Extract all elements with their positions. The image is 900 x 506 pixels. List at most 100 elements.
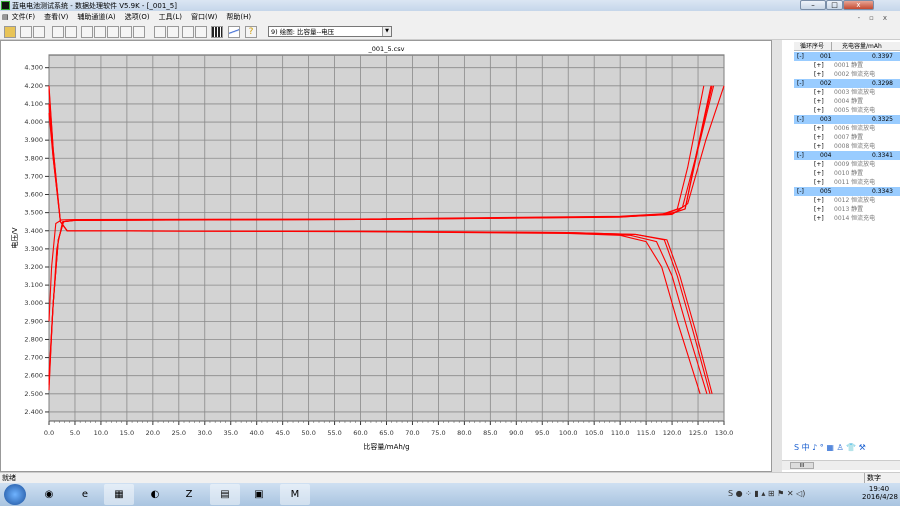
- copy-icon[interactable]: [154, 26, 166, 38]
- minimize-button[interactable]: –: [800, 0, 826, 10]
- battery-tester-icon[interactable]: ▤: [210, 484, 240, 505]
- close-button[interactable]: x: [843, 0, 874, 10]
- cycle-row[interactable]: [-] 005 0.3343: [794, 187, 900, 196]
- start-button[interactable]: [4, 484, 26, 505]
- expand-toggle[interactable]: [+]: [814, 196, 824, 205]
- expand-toggle[interactable]: [+]: [814, 142, 824, 151]
- child-restore-button[interactable]: ▫: [869, 12, 874, 24]
- chart-app-icon[interactable]: ◐: [140, 484, 170, 505]
- expand-toggle[interactable]: [+]: [814, 169, 824, 178]
- panel-header: 循环序号 充电容量/mAh: [794, 42, 900, 51]
- plot-type-select[interactable]: 9) 绘图: 比容量--电压 ▼: [268, 26, 392, 37]
- child-minimize-button[interactable]: -: [858, 12, 861, 24]
- curve-icon[interactable]: [228, 26, 240, 38]
- step-row[interactable]: [+] 0004 静置: [794, 97, 900, 106]
- grid-icon[interactable]: [211, 26, 223, 38]
- expand-toggle[interactable]: [+]: [814, 61, 824, 70]
- x-tick-label: 75.0: [431, 429, 445, 437]
- horizontal-scrollbar[interactable]: III: [782, 460, 900, 470]
- x-tick-label: 25.0: [172, 429, 186, 437]
- scrollbar-thumb[interactable]: III: [790, 462, 814, 469]
- collapse-toggle[interactable]: [-]: [797, 187, 804, 196]
- paste2-icon[interactable]: [195, 26, 207, 38]
- fit-all-icon[interactable]: [133, 26, 145, 38]
- ime-toolbar[interactable]: S 中 ♪ ° ▦ ♙ 👕 ⚒: [794, 442, 866, 453]
- land-data-icon[interactable]: M: [280, 484, 310, 505]
- expand-toggle[interactable]: [+]: [814, 97, 824, 106]
- back-icon[interactable]: [20, 26, 32, 38]
- hand-icon[interactable]: [65, 26, 77, 38]
- ie-icon[interactable]: e: [70, 484, 100, 505]
- step-row[interactable]: [+] 0002 恒流充电: [794, 70, 900, 79]
- zoom-icon[interactable]: [52, 26, 64, 38]
- chevron-down-icon[interactable]: ▼: [382, 27, 391, 36]
- step-row[interactable]: [+] 0005 恒流充电: [794, 106, 900, 115]
- x-tick-label: 5.0: [70, 429, 80, 437]
- step-row[interactable]: [+] 0012 恒流放电: [794, 196, 900, 205]
- expand-toggle[interactable]: [+]: [814, 106, 824, 115]
- cycle-row[interactable]: [-] 003 0.3325: [794, 115, 900, 124]
- menu-item[interactable]: 工具(L): [159, 11, 182, 23]
- y-tick-label: 2.400: [24, 408, 43, 416]
- help-icon[interactable]: ?: [245, 26, 257, 38]
- child-close-button[interactable]: x: [883, 12, 887, 24]
- cycle-row[interactable]: [-] 001 0.3397: [794, 52, 900, 61]
- collapse-toggle[interactable]: [-]: [797, 115, 804, 124]
- step-row[interactable]: [+] 0009 恒流放电: [794, 160, 900, 169]
- collapse-toggle[interactable]: [-]: [797, 151, 804, 160]
- expand-toggle[interactable]: [+]: [814, 133, 824, 142]
- menu-item[interactable]: 辅助通道(A): [77, 11, 115, 23]
- charge-capacity: 0.3343: [872, 188, 893, 195]
- monitor-icon[interactable]: ▣: [244, 484, 274, 505]
- step-row[interactable]: [+] 0003 恒流放电: [794, 88, 900, 97]
- maximize-button[interactable]: □: [826, 0, 843, 10]
- x-tick-label: 80.0: [457, 429, 471, 437]
- fit-width-icon[interactable]: [107, 26, 119, 38]
- clock[interactable]: 19:40 2016/4/28: [862, 485, 898, 501]
- header-charge-capacity[interactable]: 充电容量/mAh: [842, 42, 882, 51]
- forward-icon[interactable]: [33, 26, 45, 38]
- menu-item[interactable]: 选项(O): [125, 11, 150, 23]
- y-tick-label: 3.400: [24, 227, 43, 235]
- step-row[interactable]: [+] 0014 恒流充电: [794, 214, 900, 223]
- zip-icon[interactable]: Z: [174, 484, 204, 505]
- fit-height-icon[interactable]: [120, 26, 132, 38]
- expand-toggle[interactable]: [+]: [814, 124, 824, 133]
- step-row[interactable]: [+] 0007 静置: [794, 133, 900, 142]
- charge-capacity: 0.3325: [872, 116, 893, 123]
- expand-toggle[interactable]: [+]: [814, 205, 824, 214]
- step-row[interactable]: [+] 0008 恒流充电: [794, 142, 900, 151]
- collapse-toggle[interactable]: [-]: [797, 79, 804, 88]
- menu-item[interactable]: 文件(F): [12, 11, 36, 23]
- cycle-row[interactable]: [-] 002 0.3298: [794, 79, 900, 88]
- media-icon[interactable]: ◉: [34, 484, 64, 505]
- step-row[interactable]: [+] 0011 恒流充电: [794, 178, 900, 187]
- copy2-icon[interactable]: [182, 26, 194, 38]
- y-axis-label: 电压/V: [10, 227, 19, 248]
- collapse-toggle[interactable]: [-]: [797, 52, 804, 61]
- expand-toggle[interactable]: [+]: [814, 214, 824, 223]
- paste-icon[interactable]: [167, 26, 179, 38]
- step-row[interactable]: [+] 0010 静置: [794, 169, 900, 178]
- y-tick-label: 4.200: [24, 82, 43, 90]
- expand-toggle[interactable]: [+]: [814, 178, 824, 187]
- menu-item[interactable]: 窗口(W): [191, 11, 217, 23]
- expand-toggle[interactable]: [+]: [814, 88, 824, 97]
- expand-toggle[interactable]: [+]: [814, 160, 824, 169]
- explorer-icon[interactable]: ▦: [104, 484, 134, 505]
- header-cycle[interactable]: 循环序号: [800, 42, 832, 51]
- step-row[interactable]: [+] 0013 静置: [794, 205, 900, 214]
- cycle-id: 003: [820, 116, 832, 123]
- menu-item[interactable]: 帮助(H): [226, 11, 251, 23]
- menu-item[interactable]: 查看(V): [44, 11, 68, 23]
- open-icon[interactable]: [4, 26, 16, 38]
- step-row[interactable]: [+] 0006 恒流放电: [794, 124, 900, 133]
- h-shrink-icon[interactable]: [94, 26, 106, 38]
- x-tick-label: 30.0: [198, 429, 212, 437]
- taskbar: ◉ e ▦ ◐ Z ▤ ▣ M S ● ⁘ ▮ ▴ ⊞ ⚑ ✕ ◁) 19:40 2016/4/…: [0, 483, 900, 506]
- cycle-row[interactable]: [-] 004 0.3341: [794, 151, 900, 160]
- y-tick-label: 3.300: [24, 245, 43, 253]
- step-row[interactable]: [+] 0001 静置: [794, 61, 900, 70]
- expand-toggle[interactable]: [+]: [814, 70, 824, 79]
- h-expand-icon[interactable]: [81, 26, 93, 38]
